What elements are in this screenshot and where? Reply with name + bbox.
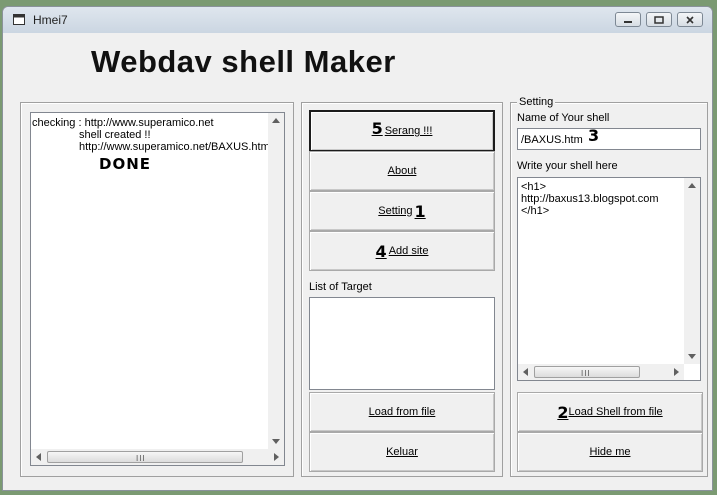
add-site-button[interactable]: 4 Add site bbox=[309, 231, 495, 271]
serang-button-label: Serang !!! bbox=[384, 125, 433, 137]
scroll-right-icon bbox=[274, 453, 279, 461]
log-scroll-thumb[interactable]: III bbox=[47, 451, 243, 463]
scroll-down-icon bbox=[688, 354, 696, 359]
log-frame: checking : http://www.superamico.net she… bbox=[20, 102, 294, 477]
shell-line-2: http://baxus13.blogspot.com bbox=[521, 193, 659, 205]
setting-frame: Setting Name of Your shell /BAXUS.htm 3 … bbox=[510, 96, 708, 477]
step-3-marker: 3 bbox=[588, 128, 600, 145]
scroll-left-icon bbox=[36, 453, 41, 461]
about-button-label: About bbox=[387, 165, 417, 177]
shell-horizontal-scrollbar[interactable]: III bbox=[518, 364, 684, 380]
log-horizontal-scrollbar[interactable]: III bbox=[31, 449, 284, 465]
shell-vertical-scrollbar[interactable] bbox=[684, 178, 700, 364]
step-5-marker: 5 bbox=[371, 118, 383, 138]
step-4-marker: 4 bbox=[375, 241, 387, 261]
client-area: Webdav shell Maker checking : http://www… bbox=[9, 34, 708, 484]
scroll-down-icon bbox=[272, 439, 280, 444]
maximize-icon bbox=[654, 15, 664, 24]
shell-scroll-thumb[interactable]: III bbox=[534, 366, 640, 378]
shell-name-value: /BAXUS.htm bbox=[521, 134, 583, 146]
log-line-checking: checking : http://www.superamico.net bbox=[32, 117, 214, 129]
page-title: Webdav shell Maker bbox=[91, 44, 396, 79]
load-from-file-label: Load from file bbox=[368, 406, 436, 418]
list-of-target-label: List of Target bbox=[309, 281, 372, 293]
load-from-file-button[interactable]: Load from file bbox=[309, 392, 495, 432]
app-window-icon bbox=[13, 14, 25, 25]
actions-frame: 5 Serang !!! About Setting 1 4 Add site … bbox=[301, 102, 503, 477]
scroll-up-icon bbox=[688, 183, 696, 188]
step-2-marker: 2 bbox=[557, 402, 569, 422]
window-title: Hmei7 bbox=[33, 13, 68, 27]
shell-name-label: Name of Your shell bbox=[517, 112, 610, 124]
log-scroll-grip: III bbox=[136, 454, 146, 463]
log-textbox[interactable]: checking : http://www.superamico.net she… bbox=[30, 112, 285, 466]
hide-me-button[interactable]: Hide me bbox=[517, 432, 703, 472]
target-list[interactable] bbox=[309, 297, 495, 390]
scroll-right-icon bbox=[674, 368, 679, 376]
shell-scroll-grip: III bbox=[581, 369, 591, 378]
maximize-button[interactable] bbox=[646, 12, 672, 27]
title-bar[interactable]: Hmei7 bbox=[3, 7, 712, 33]
keluar-button[interactable]: Keluar bbox=[309, 432, 495, 472]
hide-me-button-label: Hide me bbox=[589, 446, 631, 458]
serang-button[interactable]: 5 Serang !!! bbox=[309, 110, 495, 152]
add-site-button-label: Add site bbox=[388, 245, 429, 257]
scroll-up-icon bbox=[272, 118, 280, 123]
setting-frame-title: Setting bbox=[517, 96, 556, 108]
close-icon bbox=[686, 15, 694, 24]
shell-line-3: </h1> bbox=[521, 205, 550, 217]
shell-content-textarea[interactable]: <h1> http://baxus13.blogspot.com </h1> I… bbox=[517, 177, 701, 381]
about-button[interactable]: About bbox=[309, 151, 495, 191]
shell-line-1: <h1> bbox=[521, 181, 547, 193]
setting-button[interactable]: Setting 1 bbox=[309, 191, 495, 231]
close-button[interactable] bbox=[677, 12, 703, 27]
shell-content-label: Write your shell here bbox=[517, 160, 618, 172]
app-window: Hmei7 Webdav shell Maker checking : http… bbox=[2, 6, 713, 491]
scroll-left-icon bbox=[523, 368, 528, 376]
done-stamp: DONE bbox=[99, 155, 152, 173]
step-1-marker: 1 bbox=[414, 201, 426, 221]
keluar-button-label: Keluar bbox=[386, 446, 418, 458]
log-line-url: http://www.superamico.net/BAXUS.htm bbox=[79, 141, 270, 153]
minimize-icon bbox=[624, 20, 632, 23]
load-shell-button[interactable]: 2 Load Shell from file bbox=[517, 392, 703, 432]
setting-button-label: Setting bbox=[378, 205, 413, 217]
minimize-button[interactable] bbox=[615, 12, 641, 27]
log-vertical-scrollbar[interactable] bbox=[268, 113, 284, 449]
log-line-created: shell created !! bbox=[79, 129, 151, 141]
load-shell-button-label: Load Shell from file bbox=[568, 406, 663, 418]
shell-name-input[interactable]: /BAXUS.htm 3 bbox=[517, 128, 701, 150]
